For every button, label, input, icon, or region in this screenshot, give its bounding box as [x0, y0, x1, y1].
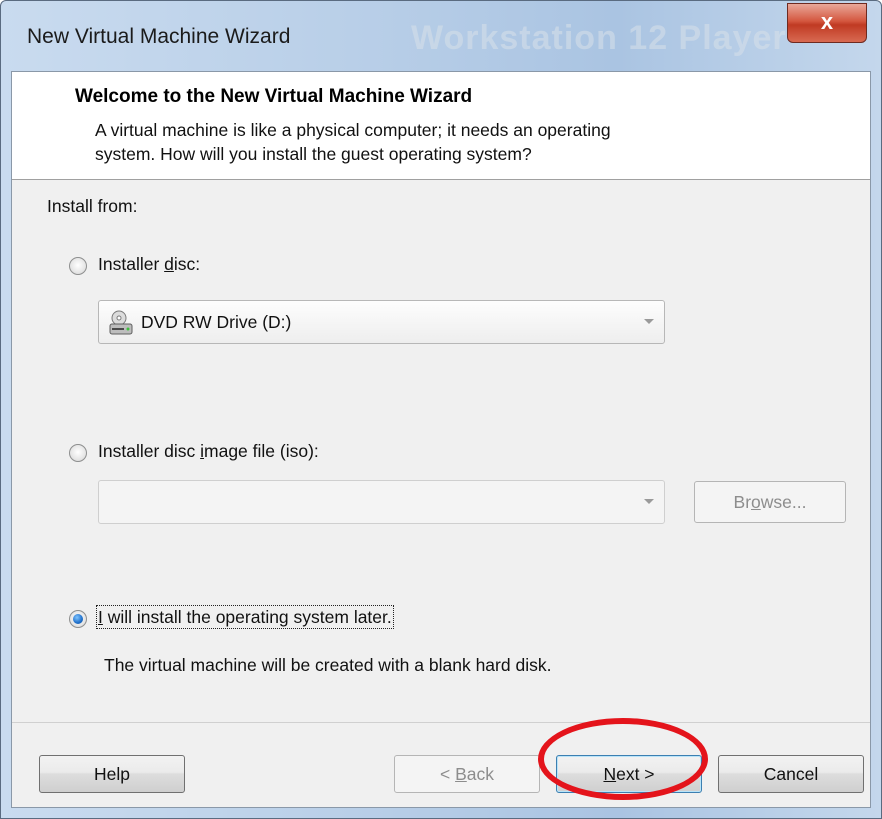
wizard-heading: Welcome to the New Virtual Machine Wizar…	[75, 86, 473, 107]
cancel-button[interactable]: Cancel	[718, 755, 864, 793]
iso-path-select[interactable]	[98, 480, 665, 524]
disc-drive-select[interactable]: DVD RW Drive (D:)	[98, 300, 665, 344]
chevron-down-icon	[644, 319, 654, 324]
description-line-2: system. How will you install the guest o…	[95, 144, 532, 164]
title-bar[interactable]: Workstation 12 Player New Virtual Machin…	[1, 1, 881, 71]
footer-divider	[12, 722, 870, 723]
window-title: New Virtual Machine Wizard	[27, 25, 291, 48]
chevron-down-icon	[644, 499, 654, 504]
dvd-drive-icon	[109, 310, 133, 335]
install-from-label: Install from:	[47, 196, 138, 216]
next-button[interactable]: Next >	[556, 755, 702, 793]
close-button[interactable]: x	[787, 3, 867, 43]
close-icon: x	[820, 9, 834, 34]
help-button[interactable]: Help	[39, 755, 185, 793]
wizard-body: Welcome to the New Virtual Machine Wizar…	[11, 71, 871, 808]
description-line-1: A virtual machine is like a physical com…	[95, 120, 611, 140]
background-watermark: Workstation 12 Player	[411, 19, 787, 57]
iso-image-label[interactable]: Installer disc image file (iso):	[98, 441, 319, 462]
wizard-header: Welcome to the New Virtual Machine Wizar…	[12, 72, 870, 180]
disc-drive-value: DVD RW Drive (D:)	[141, 312, 292, 332]
iso-image-radio[interactable]	[69, 444, 87, 462]
install-later-note: The virtual machine will be created with…	[104, 655, 552, 675]
back-button[interactable]: < Back	[394, 755, 540, 793]
install-later-label[interactable]: I will install the operating system late…	[96, 605, 394, 629]
install-later-radio[interactable]	[69, 610, 87, 628]
browse-button[interactable]: Browse...	[694, 481, 846, 523]
wizard-description: A virtual machine is like a physical com…	[95, 118, 815, 166]
wizard-window: Workstation 12 Player New Virtual Machin…	[0, 0, 882, 819]
installer-disc-radio[interactable]	[69, 257, 87, 275]
installer-disc-label[interactable]: Installer disc:	[98, 254, 200, 275]
